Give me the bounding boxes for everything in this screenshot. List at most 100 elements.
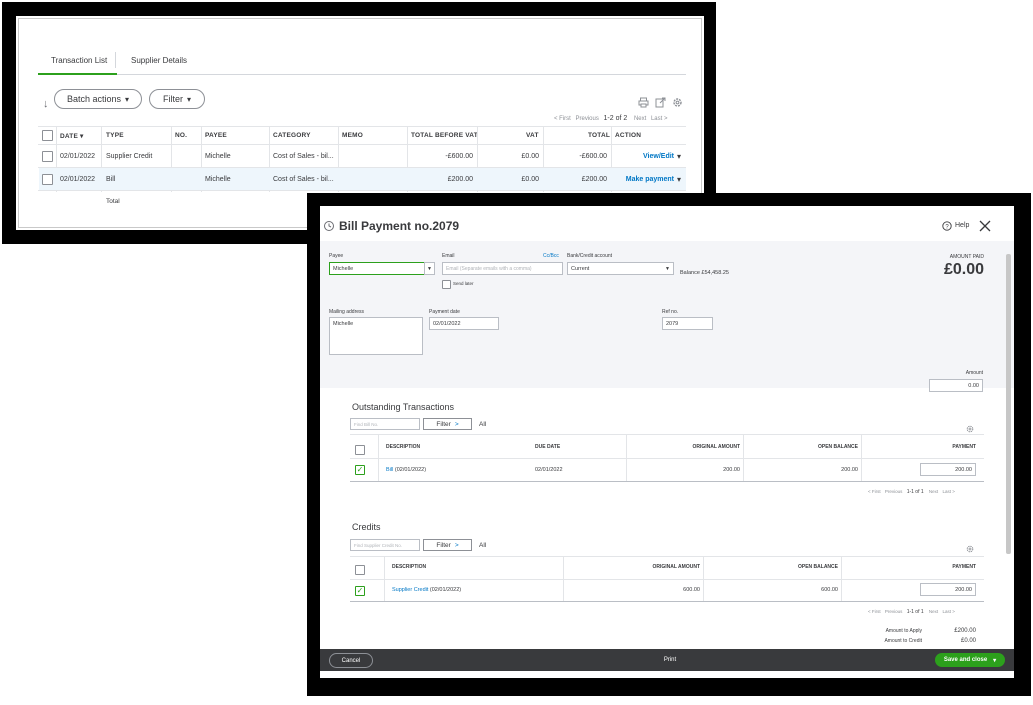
- outstanding-filter-button[interactable]: Filter >: [423, 418, 472, 430]
- amount-to-credit-label: Amount to Credit: [884, 638, 922, 644]
- find-supplier-credit-input[interactable]: Find Supplier Credit No.: [350, 539, 420, 551]
- view-edit-link[interactable]: View/Edit: [615, 153, 674, 160]
- bank-account-select[interactable]: Current: [567, 262, 674, 275]
- row-checkbox[interactable]: [42, 174, 53, 185]
- tab-supplier-details[interactable]: Supplier Details: [131, 56, 187, 65]
- credit-description: Supplier Credit (02/01/2022): [392, 587, 461, 593]
- chevron-down-icon: ▾: [186, 94, 191, 104]
- credit-description-date: (02/01/2022): [428, 587, 462, 593]
- send-later-label: Send later: [453, 281, 474, 286]
- batch-actions-button[interactable]: Batch actions ▾: [54, 89, 142, 109]
- page-title: Bill Payment no.2079: [339, 219, 460, 233]
- supplier-credit-link[interactable]: Supplier Credit: [392, 587, 428, 593]
- col-header-vat[interactable]: VAT: [526, 132, 539, 139]
- bank-account-label: Bank/Credit account: [567, 253, 613, 259]
- pager-first[interactable]: < First: [554, 116, 571, 122]
- pager-first[interactable]: < First: [868, 609, 881, 614]
- col-header-total-before-vat[interactable]: TOTAL BEFORE VAT: [411, 132, 478, 139]
- pager-first[interactable]: < First: [868, 489, 881, 494]
- help-label[interactable]: Help: [955, 222, 969, 229]
- gear-icon[interactable]: [966, 425, 974, 433]
- outstanding-select-all-checkbox[interactable]: [355, 445, 365, 455]
- payment-date-input[interactable]: 02/01/2022: [429, 317, 499, 330]
- pager-previous[interactable]: Previous: [885, 609, 903, 614]
- save-and-close-button[interactable]: Save and close ▾: [935, 653, 1005, 667]
- email-label: Email: [442, 253, 455, 259]
- outstanding-transactions-title: Outstanding Transactions: [352, 402, 455, 412]
- bill-payment-input[interactable]: 200.00: [920, 463, 976, 476]
- amount-to-credit-value: £0.00: [960, 638, 976, 644]
- mailing-address-textarea[interactable]: Michelle: [329, 317, 423, 355]
- pager-last[interactable]: Last >: [942, 609, 954, 614]
- close-icon[interactable]: [979, 220, 991, 232]
- history-icon[interactable]: [323, 220, 335, 232]
- outstanding-table-bottom-border: [350, 481, 984, 482]
- pager-previous[interactable]: Previous: [885, 489, 903, 494]
- print-icon[interactable]: [638, 97, 649, 108]
- payee-field[interactable]: Michelle: [329, 262, 435, 275]
- cancel-button[interactable]: Cancel: [329, 653, 373, 668]
- pager-next[interactable]: Next: [929, 489, 938, 494]
- col-header-description: DESCRIPTION: [392, 564, 427, 570]
- help-icon[interactable]: ?: [942, 221, 952, 231]
- pager: < First Previous 1-2 of 2 Next Last >: [554, 115, 667, 122]
- col-header-payee[interactable]: PAYEE: [205, 132, 227, 139]
- credits-filter-button[interactable]: Filter >: [423, 539, 472, 551]
- pager-next[interactable]: Next: [634, 116, 646, 122]
- payee-dropdown-chevron-icon[interactable]: ▼: [424, 262, 435, 275]
- pager-next[interactable]: Next: [929, 609, 938, 614]
- payment-date-label: Payment date: [429, 309, 460, 315]
- col-header-action: ACTION: [615, 132, 642, 139]
- gear-icon[interactable]: [966, 545, 974, 553]
- amount-paid-label: AMOUNT PAID: [949, 254, 984, 260]
- credits-select-all-checkbox[interactable]: [355, 565, 365, 575]
- vertical-scrollbar[interactable]: [1006, 254, 1011, 554]
- tab-transaction-list[interactable]: Transaction List: [51, 56, 107, 65]
- chevron-down-icon[interactable]: ▼: [665, 266, 670, 272]
- col-header-memo[interactable]: MEMO: [342, 132, 363, 139]
- send-later-checkbox[interactable]: [442, 280, 451, 289]
- cc-bcc-link[interactable]: Cc/Bcc: [543, 253, 559, 259]
- filter-label: Filter: [436, 541, 451, 549]
- cell-type: Bill: [106, 176, 116, 183]
- export-icon[interactable]: [655, 97, 666, 108]
- col-separator: [841, 556, 842, 601]
- col-header-no[interactable]: NO.: [175, 132, 187, 139]
- header-bottom-border: [38, 144, 686, 145]
- pager-last[interactable]: Last >: [942, 489, 954, 494]
- chevron-down-icon[interactable]: ▾: [677, 152, 681, 161]
- bill-row-checkbox-checked[interactable]: ✓: [355, 465, 365, 475]
- select-all-checkbox[interactable]: [42, 130, 53, 141]
- amount-input[interactable]: 0.00: [929, 379, 983, 392]
- pager-previous[interactable]: Previous: [576, 116, 599, 122]
- find-bill-input[interactable]: Find Bill No.: [350, 418, 420, 430]
- pager-range: 1-2 of 2: [603, 115, 628, 122]
- filter-button[interactable]: Filter ▾: [149, 89, 205, 109]
- credit-row-checkbox-checked[interactable]: ✓: [355, 586, 365, 596]
- make-payment-link[interactable]: Make payment: [615, 176, 674, 183]
- col-separator: [626, 434, 627, 481]
- row-checkbox[interactable]: [42, 151, 53, 162]
- col-header-type[interactable]: TYPE: [106, 132, 124, 139]
- filter-label: Filter: [162, 94, 183, 104]
- col-header-total[interactable]: TOTAL: [588, 132, 610, 139]
- col-header-category[interactable]: CATEGORY: [273, 132, 311, 139]
- credit-payment-input[interactable]: 200.00: [920, 583, 976, 596]
- pager-range: 1-1 of 1: [906, 609, 924, 615]
- sort-arrows-icon[interactable]: ↓: [43, 98, 49, 110]
- col-header-date[interactable]: DATE ▾: [60, 132, 83, 140]
- chevron-down-icon[interactable]: ▾: [677, 175, 681, 184]
- bill-payment-window: Bill Payment no.2079 ? Help Payee Michel…: [307, 193, 1031, 696]
- cell-vat: £0.00: [521, 176, 539, 183]
- email-input[interactable]: Email (Separate emails with a comma): [442, 262, 563, 275]
- gear-icon[interactable]: [672, 97, 683, 108]
- bill-open-balance: 200.00: [841, 467, 858, 473]
- bill-original-amount: 200.00: [723, 467, 740, 473]
- pager-last[interactable]: Last >: [651, 116, 668, 122]
- chevron-down-icon[interactable]: ▾: [993, 657, 996, 664]
- print-button[interactable]: Print: [650, 654, 690, 666]
- amount-label: Amount: [965, 370, 983, 376]
- cell-total: £200.00: [581, 176, 607, 183]
- ref-no-input[interactable]: 2079: [662, 317, 713, 330]
- save-and-close-label: Save and close: [943, 657, 988, 663]
